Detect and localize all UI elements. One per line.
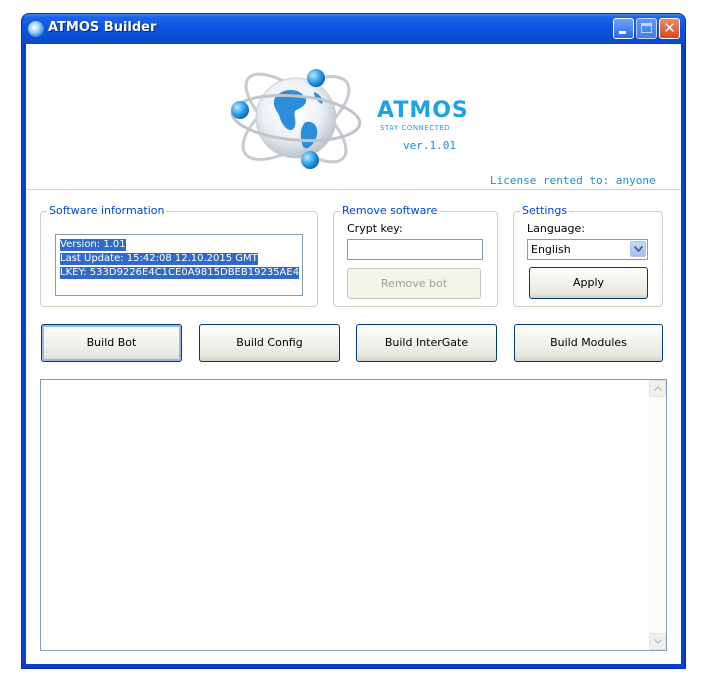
software-info-legend: Software information	[47, 204, 167, 217]
build-bot-button[interactable]: Build Bot	[41, 324, 182, 362]
scroll-up-button[interactable]	[649, 380, 666, 397]
info-line-lkey: LKEY: 533D9226E4C1CE0A9815DBEB19235AE4	[60, 267, 300, 279]
maximize-button	[636, 18, 657, 39]
close-button[interactable]: ✕	[659, 18, 680, 39]
brand-name: ATMOS	[377, 98, 469, 123]
version-label: ver.1.01	[403, 139, 456, 152]
close-icon: ✕	[663, 19, 676, 37]
remove-bot-button: Remove bot	[347, 268, 481, 299]
language-label: Language:	[527, 222, 585, 235]
scroll-up-icon	[654, 386, 662, 391]
remove-software-legend: Remove software	[340, 204, 440, 217]
apply-button[interactable]: Apply	[529, 267, 648, 299]
app-globe-icon	[28, 21, 44, 37]
output-log-textarea[interactable]	[40, 379, 667, 651]
minimize-button[interactable]	[613, 18, 634, 39]
brand-slogan: STAY CONNECTED	[380, 124, 451, 132]
chevron-down-icon	[634, 246, 643, 252]
language-selected-value: English	[531, 243, 571, 256]
software-info-textbox[interactable]: Version: 1.01 Last Update: 15:42:08 12.1…	[55, 234, 303, 296]
build-intergate-button[interactable]: Build InterGate	[356, 324, 497, 362]
build-modules-button[interactable]: Build Modules	[514, 324, 663, 362]
info-line-last-update: Last Update: 15:42:08 12.10.2015 GMT	[60, 253, 258, 265]
language-select[interactable]: English	[527, 239, 648, 260]
header-divider	[26, 189, 681, 190]
globe-logo-icon	[230, 69, 362, 169]
app-window: ATMOS Builder ✕ ATMOS STAY CONNECTED ver…	[22, 14, 685, 668]
crypt-key-input[interactable]	[347, 239, 483, 260]
language-dropdown-button[interactable]	[630, 241, 646, 257]
minimize-icon	[619, 31, 626, 34]
window-title: ATMOS Builder	[48, 20, 157, 35]
header-banner: ATMOS STAY CONNECTED ver.1.01 License re…	[26, 44, 681, 190]
maximize-icon	[641, 23, 652, 33]
title-bar[interactable]: ATMOS Builder ✕	[22, 14, 685, 44]
license-label: License rented to: anyone	[490, 174, 656, 187]
window-client-area: ATMOS STAY CONNECTED ver.1.01 License re…	[26, 44, 681, 664]
build-config-button[interactable]: Build Config	[199, 324, 340, 362]
log-vertical-scrollbar[interactable]	[649, 380, 666, 650]
info-line-version: Version: 1.01	[60, 239, 126, 251]
scroll-down-icon	[654, 639, 662, 644]
scroll-down-button[interactable]	[649, 633, 666, 650]
settings-legend: Settings	[520, 204, 570, 217]
crypt-key-label: Crypt key:	[347, 222, 403, 235]
software-info-group: Software information Version: 1.01 Last …	[40, 204, 318, 307]
settings-group: Settings Language: English Apply	[513, 204, 663, 307]
remove-software-group: Remove software Crypt key: Remove bot	[333, 204, 498, 307]
